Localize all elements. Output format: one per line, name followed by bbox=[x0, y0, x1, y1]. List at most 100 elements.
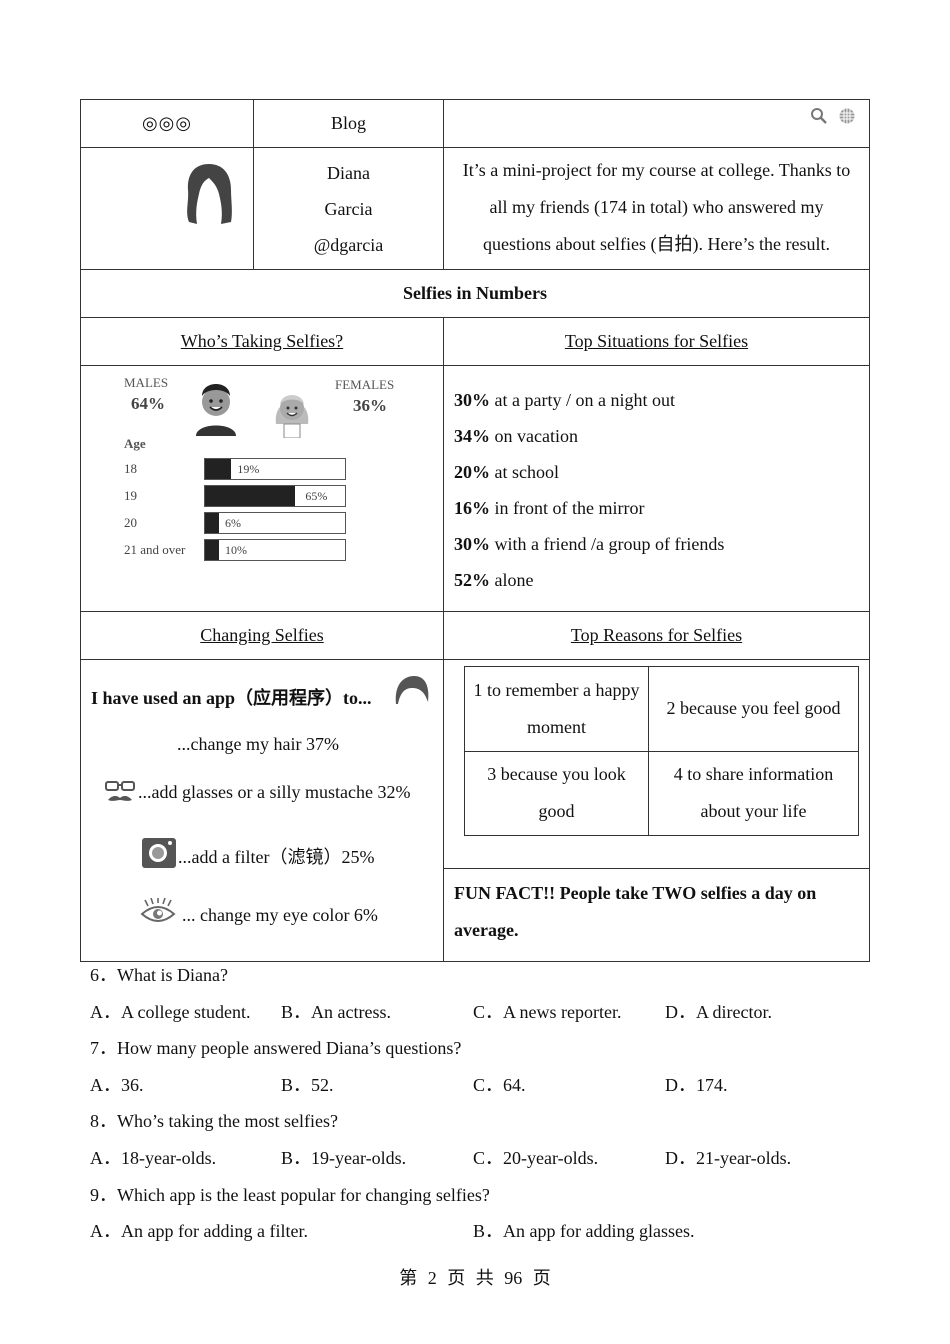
age-category-label: 21 and over bbox=[124, 542, 186, 557]
age-bar-row: 21 and over 10% bbox=[124, 539, 384, 561]
males-label: MALES bbox=[124, 375, 169, 390]
reason-item: 1 to remember a happy moment bbox=[465, 667, 649, 752]
age-bar-value-label: 19% bbox=[237, 462, 260, 476]
age-bar-row: 19 65% bbox=[124, 485, 384, 507]
blog-header-row: ◎◎◎ Blog bbox=[81, 100, 869, 148]
page-footer: 第 2 页 共 96 页 bbox=[399, 1268, 551, 1288]
question-6: 6．What is Diana? bbox=[90, 965, 228, 985]
question-8: 8．Who’s taking the most selfies? bbox=[90, 1111, 338, 1132]
situation-item: 30% with a friend /a group of friends bbox=[454, 534, 725, 554]
age-bar-value-label: 6% bbox=[225, 516, 241, 530]
option-b[interactable]: B．An actress. bbox=[281, 999, 391, 1025]
apps-heading: I have used an app（应用程序）to... bbox=[91, 688, 372, 708]
profile-intro: It’s a mini-project for my course at col… bbox=[462, 160, 851, 254]
blog-title-cell: Blog bbox=[254, 100, 444, 147]
age-category-label: 19 bbox=[124, 488, 137, 503]
situations-heading: Top Situations for Selfies bbox=[564, 331, 749, 351]
reason-item: 2 because you feel good bbox=[649, 667, 858, 752]
female-avatar-icon bbox=[275, 395, 309, 438]
age-bar-value-label: 10% bbox=[225, 543, 247, 557]
females-label: FEMALES bbox=[335, 377, 395, 392]
question-9-options: A．An app for adding a filter. B．An app f… bbox=[90, 1218, 870, 1255]
question-9: 9．Which app is the least popular for cha… bbox=[90, 1184, 490, 1205]
age-bar-frame: 19% bbox=[204, 458, 346, 480]
section-title: Selfies in Numbers bbox=[81, 270, 869, 318]
changing-selfies: I have used an app（应用程序）to... ...change … bbox=[81, 660, 444, 961]
male-avatar-icon bbox=[196, 384, 236, 436]
hair-icon bbox=[395, 676, 429, 704]
reasons-section: 1 to remember a happy moment 2 because y… bbox=[444, 660, 869, 961]
age-bar-row: 18 19% bbox=[124, 458, 384, 480]
option-d[interactable]: D．A director. bbox=[665, 999, 772, 1025]
reason-item: 3 because you look good bbox=[465, 751, 649, 835]
questions-section: 6．What is Diana? A．A college student. B．… bbox=[90, 962, 870, 1255]
glasses-mustache-icon bbox=[105, 781, 135, 801]
age-bar bbox=[205, 513, 219, 533]
situation-item: 52% alone bbox=[454, 570, 534, 590]
who-chart: MALES 64% FEMALES 36% Age 18 19% 19 65% 20 6%… bbox=[81, 366, 444, 611]
age-bar-frame: 10% bbox=[204, 539, 346, 561]
females-percent: 36% bbox=[353, 396, 387, 415]
changing-heading: Changing Selfies bbox=[81, 612, 444, 659]
option-c[interactable]: C．A news reporter. bbox=[473, 999, 621, 1025]
option-d[interactable]: D．21-year-olds. bbox=[665, 1145, 791, 1171]
option-a[interactable]: A．An app for adding a filter. bbox=[90, 1218, 308, 1244]
profile-first-name: Diana bbox=[327, 162, 370, 183]
situation-item: 16% in front of the mirror bbox=[454, 498, 645, 518]
situations-list: 30% at a party / on a night out 34% on v… bbox=[444, 366, 869, 611]
option-a[interactable]: A．18-year-olds. bbox=[90, 1145, 216, 1171]
option-a[interactable]: A．A college student. bbox=[90, 999, 250, 1025]
age-label: Age bbox=[124, 436, 146, 451]
question-8-options: A．18-year-olds. B．19-year-olds. C．20-yea… bbox=[90, 1145, 870, 1182]
window-dots-cell: ◎◎◎ bbox=[81, 100, 254, 147]
search-icon[interactable] bbox=[809, 106, 829, 126]
app-item-glasses: ...add glasses or a silly mustache 32% bbox=[138, 782, 411, 802]
stats-row: MALES 64% FEMALES 36% Age 18 19% 19 65% 20 6%… bbox=[81, 366, 869, 612]
fun-fact: FUN FACT!! People take TWO selfies a day… bbox=[444, 868, 869, 961]
age-bar bbox=[205, 486, 296, 506]
age-bar-frame: 65% bbox=[204, 485, 346, 507]
subheading-row-1: Who’s Taking Selfies? Top Situations for… bbox=[81, 318, 869, 366]
camera-icon bbox=[142, 838, 176, 868]
option-c[interactable]: C．20-year-olds. bbox=[473, 1145, 598, 1171]
profile-last-name: Garcia bbox=[324, 198, 373, 219]
window-dots: ◎◎◎ bbox=[141, 113, 193, 133]
question-6-options: A．A college student. B．An actress. C．A n… bbox=[90, 999, 870, 1036]
option-d[interactable]: D．174. bbox=[665, 1072, 728, 1098]
age-bar bbox=[205, 540, 219, 560]
blog-title: Blog bbox=[330, 113, 366, 133]
situation-item: 34% on vacation bbox=[454, 426, 578, 446]
bottom-row: I have used an app（应用程序）to... ...change … bbox=[81, 660, 869, 961]
age-category-label: 18 bbox=[124, 461, 137, 476]
situation-item: 20% at school bbox=[454, 462, 559, 482]
avatar-cell bbox=[81, 148, 254, 269]
option-b[interactable]: B．An app for adding glasses. bbox=[473, 1218, 694, 1244]
app-item-hair: ...change my hair 37% bbox=[177, 734, 339, 754]
profile-handle[interactable]: @dgarcia bbox=[314, 227, 384, 263]
reasons-heading: Top Reasons for Selfies bbox=[570, 625, 743, 645]
hair-silhouette-icon bbox=[187, 164, 232, 224]
option-b[interactable]: B．19-year-olds. bbox=[281, 1145, 406, 1171]
app-item-eye: ... change my eye color 6% bbox=[182, 905, 378, 925]
who-heading: Who’s Taking Selfies? bbox=[81, 318, 444, 365]
option-a[interactable]: A．36. bbox=[90, 1072, 144, 1098]
reason-item: 4 to share information about your life bbox=[673, 764, 834, 822]
eye-icon bbox=[140, 898, 176, 922]
blog-table: ◎◎◎ Blog Diana Garcia @dgarcia It’s a mi… bbox=[80, 99, 870, 962]
app-item-filter: ...add a filter（滤镜）25% bbox=[178, 847, 375, 867]
globe-icon[interactable] bbox=[837, 106, 857, 126]
profile-row: Diana Garcia @dgarcia It’s a mini-projec… bbox=[81, 148, 869, 270]
question-7-options: A．36. B．52. C．64. D．174. bbox=[90, 1072, 870, 1109]
situation-item: 30% at a party / on a night out bbox=[454, 390, 675, 410]
age-bar bbox=[205, 459, 232, 479]
question-7: 7．How many people answered Diana’s quest… bbox=[90, 1038, 462, 1059]
age-bar-frame: 6% bbox=[204, 512, 346, 534]
males-percent: 64% bbox=[131, 394, 165, 413]
subheading-row-2: Changing Selfies Top Reasons for Selfies bbox=[81, 612, 869, 660]
profile-name-cell: Diana Garcia @dgarcia bbox=[254, 148, 444, 269]
age-bar-value-label: 65% bbox=[305, 489, 328, 503]
age-category-label: 20 bbox=[124, 515, 137, 530]
option-c[interactable]: C．64. bbox=[473, 1072, 526, 1098]
reasons-grid: 1 to remember a happy moment 2 because y… bbox=[464, 666, 859, 836]
option-b[interactable]: B．52. bbox=[281, 1072, 334, 1098]
